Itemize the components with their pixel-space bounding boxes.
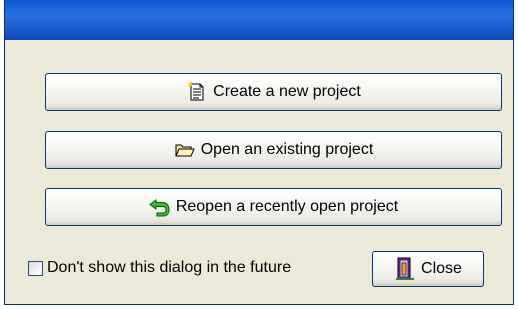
create-project-button[interactable]: Create a new project — [45, 73, 502, 111]
open-project-button[interactable]: Open an existing project — [45, 131, 502, 169]
open-folder-icon — [174, 139, 196, 161]
reopen-project-button[interactable]: Reopen a recently open project — [45, 188, 502, 226]
reopen-project-label: Reopen a recently open project — [175, 198, 399, 215]
exit-door-icon — [394, 257, 416, 280]
close-label: Close — [421, 260, 462, 277]
dialog-body: Create a new project Open an existing pr… — [8, 40, 510, 301]
open-project-label: Open an existing project — [200, 141, 374, 158]
reopen-arrow-icon — [148, 196, 171, 218]
close-button[interactable]: Close — [372, 251, 484, 287]
create-project-label: Create a new project — [213, 83, 361, 100]
startup-dialog: Create a new project Open an existing pr… — [4, 0, 514, 305]
dont-show-label: Don't show this dialog in the future — [47, 259, 292, 276]
new-document-icon — [186, 81, 208, 103]
title-bar[interactable] — [5, 0, 513, 40]
dont-show-checkbox[interactable] — [28, 260, 43, 276]
dont-show-option[interactable]: Don't show this dialog in the future — [28, 259, 291, 277]
